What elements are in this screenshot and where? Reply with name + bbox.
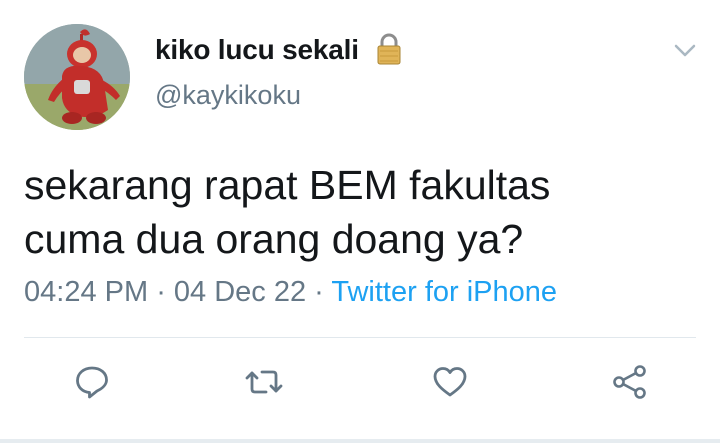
- tweet-card: kiko lucu sekali @kaykikoku sekarang rap…: [0, 0, 720, 443]
- bottom-border: [0, 439, 720, 443]
- meta-separator: ·: [148, 276, 174, 308]
- retweet-icon: [245, 370, 283, 394]
- tweet-text: sekarang rapat BEM fakultas cuma dua ora…: [24, 158, 694, 266]
- divider: [24, 337, 696, 338]
- lock-icon: [377, 33, 401, 65]
- share-icon: [613, 365, 646, 399]
- tweet-text-line: sekarang rapat BEM fakultas: [24, 162, 551, 208]
- user-handle[interactable]: @kaykikoku: [155, 80, 301, 111]
- display-name[interactable]: kiko lucu sekali: [155, 34, 359, 66]
- reply-icon: [76, 366, 108, 399]
- meta-separator: ·: [306, 276, 332, 308]
- tweet-date[interactable]: 04 Dec 22: [174, 276, 306, 308]
- action-bar: [0, 360, 720, 406]
- tweet-source-link[interactable]: Twitter for iPhone: [331, 276, 557, 308]
- chevron-down-icon[interactable]: [672, 40, 698, 60]
- tweet-meta: 04:24 PM · 04 Dec 22 · Twitter for iPhon…: [24, 276, 557, 309]
- reply-button[interactable]: [70, 360, 114, 404]
- avatar[interactable]: [24, 24, 130, 130]
- tweet-text-line: cuma dua orang doang ya?: [24, 216, 524, 262]
- share-button[interactable]: [608, 360, 652, 404]
- heart-icon: [433, 367, 467, 397]
- tweet-time[interactable]: 04:24 PM: [24, 276, 148, 308]
- retweet-button[interactable]: [242, 360, 286, 404]
- teletubby-avatar-icon: [24, 24, 130, 130]
- like-button[interactable]: [428, 360, 472, 404]
